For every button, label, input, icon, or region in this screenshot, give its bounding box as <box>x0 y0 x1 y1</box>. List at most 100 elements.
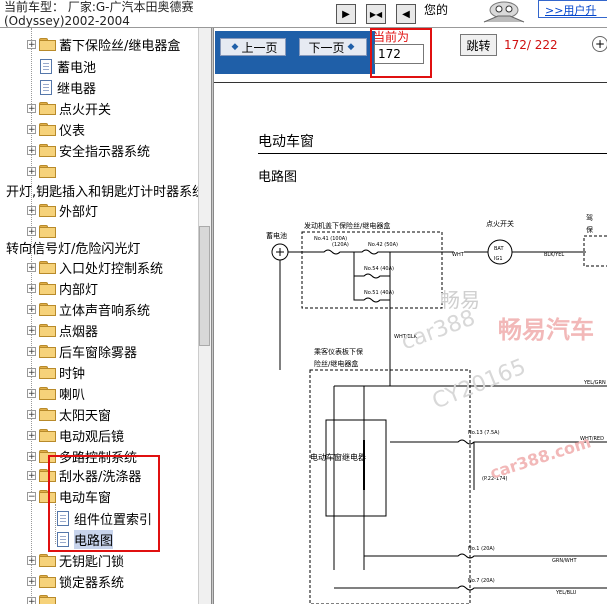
tree-item[interactable]: + 太阳天窗 <box>27 404 111 424</box>
tree-item[interactable]: + 内部灯 <box>27 278 98 298</box>
folder-icon <box>39 554 56 567</box>
tree-item-label[interactable]: 喇叭 <box>59 384 85 403</box>
fuse42-label: No.42 (50A) <box>368 242 398 248</box>
back-button[interactable]: ◀ <box>396 4 416 24</box>
expand-icon[interactable]: + <box>27 555 36 565</box>
tree-item-label[interactable]: 点烟器 <box>59 321 98 340</box>
tree-item-label[interactable]: 蓄下保险丝/继电器盒 <box>59 35 180 54</box>
expand-icon[interactable]: + <box>27 346 36 356</box>
folder-icon <box>39 408 56 421</box>
tree-item[interactable]: + 后车窗除雾器 <box>27 341 137 361</box>
expand-icon[interactable]: + <box>27 388 36 398</box>
next-page-button[interactable]: 下一页 ◆ <box>299 38 367 56</box>
tree-item[interactable]: + 仪表 <box>27 119 85 139</box>
split-arrows-icon: ▶◀ <box>369 9 383 19</box>
tree-item-label[interactable]: 锁定器系统 <box>59 572 124 591</box>
tree-scroll-thumb[interactable] <box>199 226 210 346</box>
collapse-icon[interactable]: − <box>27 491 36 501</box>
tree-item-label[interactable]: 电动观后镜 <box>59 426 124 445</box>
expand-icon[interactable]: + <box>27 39 36 49</box>
tree-item[interactable]: + 喇叭 <box>27 383 85 403</box>
tree-item[interactable]: 转向信号灯/危险闪光灯 <box>6 237 140 257</box>
underhood-box-label: 发动机盖下保险丝/继电器盒 <box>304 221 390 230</box>
tree-item-label[interactable]: 后车窗除雾器 <box>59 342 137 361</box>
tree-item[interactable]: 蓄电池 <box>40 56 96 76</box>
ig1-label: IG1 <box>494 256 503 262</box>
vehicle-label: 当前车型： 厂家:G-广汽本田奥德赛(Odyssey)2002-2004 <box>4 0 194 28</box>
folder-icon <box>39 595 56 604</box>
expand-icon[interactable]: + <box>27 283 36 293</box>
expand-icon[interactable]: + <box>27 430 36 440</box>
page-nav-bar: ◆ 上一页 下一页 ◆ <box>215 31 375 74</box>
expand-icon[interactable]: + <box>27 226 36 236</box>
folder-icon <box>39 225 56 238</box>
first-page-button[interactable]: ▶ <box>336 4 356 24</box>
tree-item-label[interactable]: 安全指示器系统 <box>59 141 150 160</box>
tree-item-label[interactable]: 外部灯 <box>59 201 98 220</box>
tree-item[interactable]: + <box>27 591 59 604</box>
tree-item[interactable]: + 锁定器系统 <box>27 571 124 591</box>
top-header: 当前车型： 厂家:G-广汽本田奥德赛(Odyssey)2002-2004 ▶ ▶… <box>0 0 607 28</box>
tree-item[interactable]: + 点烟器 <box>27 320 98 340</box>
expand-icon[interactable]: + <box>27 103 36 113</box>
wire-grnwht-label: GRN/WHT <box>552 558 577 564</box>
tree-item[interactable]: 继电器 <box>40 77 96 97</box>
user-upgrade-link-box[interactable]: >>用户升 <box>538 0 607 18</box>
main-feed-wire <box>304 249 454 255</box>
tree-item-label[interactable]: 太阳天窗 <box>59 405 111 424</box>
expand-icon[interactable]: + <box>27 596 36 604</box>
tree-item[interactable]: + 时钟 <box>27 362 85 382</box>
jump-button[interactable]: 跳转 <box>460 34 497 56</box>
tree-item-label[interactable]: 仪表 <box>59 120 85 139</box>
expand-icon[interactable]: + <box>27 145 36 155</box>
tree-item-label[interactable]: 入口处灯控制系统 <box>59 258 163 277</box>
tree-item-label[interactable]: 蓄电池 <box>57 57 96 76</box>
user-upgrade-link[interactable]: >>用户升 <box>545 2 596 18</box>
prev-page-button[interactable]: ◆ 上一页 <box>220 38 286 56</box>
split-view-button[interactable]: ▶◀ <box>366 4 386 24</box>
tree-item[interactable]: + 外部灯 <box>27 200 98 220</box>
folder-icon <box>39 303 56 316</box>
document-subtitle: 电路图 <box>258 170 298 185</box>
power-window-relay <box>325 419 387 517</box>
tree-item[interactable]: + 无钥匙门锁 <box>27 550 124 570</box>
tree-item[interactable]: + 安全指示器系统 <box>27 140 150 160</box>
highlight-annotation-box <box>48 455 160 552</box>
wire-yelblu-label: YEL/BLU <box>555 590 577 596</box>
tree-item[interactable]: + 蓄下保险丝/继电器盒 <box>27 34 180 54</box>
folder-icon <box>39 165 56 178</box>
expand-icon[interactable]: + <box>27 124 36 134</box>
fuse54-label: No.54 (40A) <box>364 266 394 272</box>
expand-icon[interactable]: + <box>27 205 36 215</box>
tree-item-label[interactable]: 点火开关 <box>59 99 111 118</box>
expand-icon[interactable]: + <box>27 166 36 176</box>
expand-icon[interactable]: + <box>27 451 36 461</box>
arrow-right-icon: ▶ <box>342 8 350 20</box>
folder-icon <box>39 38 56 51</box>
tree-item-label[interactable]: 立体声音响系统 <box>59 300 150 319</box>
tree-item[interactable]: 开灯,钥匙插入和钥匙灯计时器系统 <box>6 180 205 200</box>
expand-icon[interactable]: + <box>27 367 36 377</box>
tree-item-label[interactable]: 时钟 <box>59 363 85 382</box>
ignition-label: 点火开关 <box>486 219 514 228</box>
tree-item-label[interactable]: 开灯,钥匙插入和钥匙灯计时器系统 <box>6 181 205 200</box>
driver-box-label: 驾 <box>586 213 593 222</box>
tree-item[interactable]: + 入口处灯控制系统 <box>27 257 163 277</box>
expand-icon[interactable]: + <box>27 409 36 419</box>
tree-item-label[interactable]: 内部灯 <box>59 279 98 298</box>
tree-item[interactable]: + 电动观后镜 <box>27 425 124 445</box>
expand-icon[interactable]: + <box>27 304 36 314</box>
expand-icon[interactable]: + <box>27 262 36 272</box>
tree-item-label[interactable]: 转向信号灯/危险闪光灯 <box>6 238 140 257</box>
watermark: 畅易汽车 <box>498 316 594 344</box>
tree-item[interactable]: + <box>27 161 59 181</box>
expand-icon[interactable]: + <box>27 325 36 335</box>
tree-item[interactable]: + 点火开关 <box>27 98 111 118</box>
tree-item-label[interactable]: 继电器 <box>57 78 96 97</box>
tree-item[interactable]: + 立体声音响系统 <box>27 299 150 319</box>
tree-item-label[interactable]: 无钥匙门锁 <box>59 551 124 570</box>
zoom-in-button[interactable]: + <box>592 36 607 52</box>
expand-icon[interactable]: + <box>27 470 36 480</box>
folder-icon <box>39 366 56 379</box>
expand-icon[interactable]: + <box>27 576 36 586</box>
